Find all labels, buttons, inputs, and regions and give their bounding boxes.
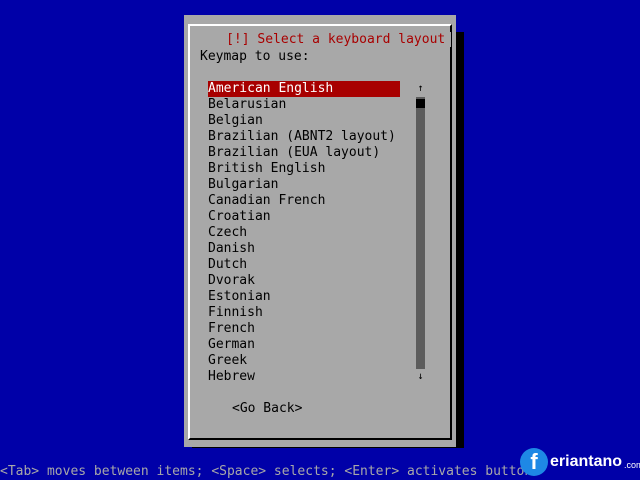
dialog-title-text: [!] Select a keyboard layout: [220, 32, 452, 47]
keymap-option[interactable]: Finnish: [208, 305, 400, 321]
keymap-option[interactable]: British English: [208, 161, 400, 177]
keymap-option[interactable]: Hebrew: [208, 369, 400, 385]
keyboard-layout-dialog: [!] Select a keyboard layout Keymap to u…: [184, 15, 456, 447]
keymap-option[interactable]: Belarusian: [208, 97, 400, 113]
keymap-scrollbar[interactable]: ↑ ↓: [416, 81, 425, 385]
keymap-prompt: Keymap to use:: [200, 49, 310, 64]
keymap-option[interactable]: Brazilian (EUA layout): [208, 145, 400, 161]
keymap-option[interactable]: German: [208, 337, 400, 353]
keymap-option[interactable]: Dutch: [208, 257, 400, 273]
keymap-option[interactable]: Bulgarian: [208, 177, 400, 193]
keymap-option[interactable]: Brazilian (ABNT2 layout): [208, 129, 400, 145]
keymap-option[interactable]: Canadian French: [208, 193, 400, 209]
keymap-option[interactable]: Croatian: [208, 209, 400, 225]
watermark-logo: f eriantano .com: [520, 446, 640, 478]
keymap-option[interactable]: Dvorak: [208, 273, 400, 289]
keymap-option[interactable]: Greek: [208, 353, 400, 369]
scroll-track[interactable]: [416, 97, 425, 369]
keymap-option[interactable]: French: [208, 321, 400, 337]
go-back-button[interactable]: <Go Back>: [232, 401, 302, 417]
keymap-option[interactable]: Czech: [208, 225, 400, 241]
watermark-text: eriantano: [550, 453, 623, 470]
watermark-suffix: .com: [624, 460, 640, 470]
scroll-down-icon[interactable]: ↓: [416, 369, 425, 385]
keymap-list[interactable]: American English Belarusian Belgian Brazili…: [208, 81, 400, 385]
keymap-option[interactable]: Estonian: [208, 289, 400, 305]
keymap-option[interactable]: Belgian: [208, 113, 400, 129]
scroll-up-icon[interactable]: ↑: [416, 81, 425, 97]
scroll-thumb[interactable]: [416, 99, 425, 108]
keymap-option[interactable]: American English: [208, 81, 400, 97]
keymap-option[interactable]: Danish: [208, 241, 400, 257]
watermark-f-icon: f: [520, 448, 548, 476]
